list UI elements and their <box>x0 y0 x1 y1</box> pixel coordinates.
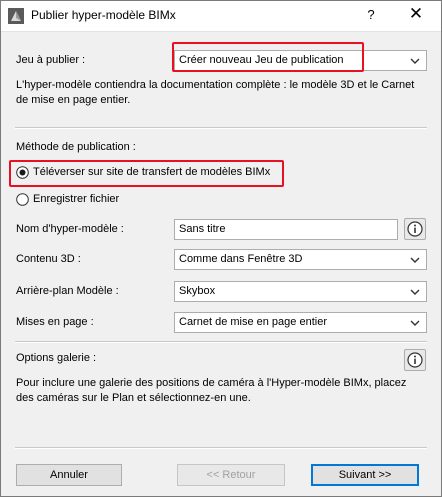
chevron-down-icon <box>410 58 420 64</box>
app-icon <box>8 8 24 24</box>
radio-save-file-label[interactable]: Enregistrer fichier <box>33 193 119 205</box>
layouts-select[interactable]: Carnet de mise en page entier <box>174 312 427 333</box>
background-value: Skybox <box>179 285 216 297</box>
back-button[interactable]: << Retour <box>177 464 285 486</box>
info-icon <box>407 352 423 368</box>
layouts-value: Carnet de mise en page entier <box>179 316 327 328</box>
background-select[interactable]: Skybox <box>174 281 427 302</box>
radio-save-file[interactable] <box>16 193 29 206</box>
gallery-description: Pour inclure une galerie des positions d… <box>16 377 407 404</box>
close-button[interactable]: ✕ <box>405 4 427 24</box>
highlight-box-upload <box>9 160 284 187</box>
chevron-down-icon <box>410 289 420 295</box>
chevron-down-icon <box>410 257 420 263</box>
method-label: Méthode de publication : <box>16 141 136 153</box>
separator-highlight <box>15 128 427 129</box>
cancel-button[interactable]: Annuler <box>16 464 122 486</box>
name-input[interactable]: Sans titre <box>174 219 398 240</box>
dialog-body: Jeu à publier : Créer nouveau Jeu de pub… <box>1 31 441 497</box>
content3d-label: Contenu 3D : <box>16 253 81 265</box>
gallery-label: Options galerie : <box>16 352 97 364</box>
gallery-info-button[interactable] <box>404 349 426 371</box>
content3d-select[interactable]: Comme dans Fenêtre 3D <box>174 249 427 270</box>
publish-set-description: L'hyper-modèle contiendra la documentati… <box>16 79 415 106</box>
chevron-down-icon <box>410 320 420 326</box>
content3d-value: Comme dans Fenêtre 3D <box>179 253 303 265</box>
help-button[interactable]: ? <box>361 7 381 22</box>
publish-set-label: Jeu à publier : <box>16 54 86 66</box>
info-icon <box>407 221 423 237</box>
highlight-box-publish-set <box>172 42 364 72</box>
next-button[interactable]: Suivant >> <box>311 464 419 486</box>
window-title: Publier hyper-modèle BIMx <box>31 8 176 22</box>
name-info-button[interactable] <box>404 218 426 240</box>
title-bar: Publier hyper-modèle BIMx ? ✕ <box>0 0 442 31</box>
layouts-label: Mises en page : <box>16 316 94 328</box>
background-label: Arrière-plan Modèle : <box>16 285 119 297</box>
name-label: Nom d'hyper-modèle : <box>16 223 124 235</box>
separator-highlight <box>15 448 427 449</box>
separator-highlight <box>15 342 427 343</box>
